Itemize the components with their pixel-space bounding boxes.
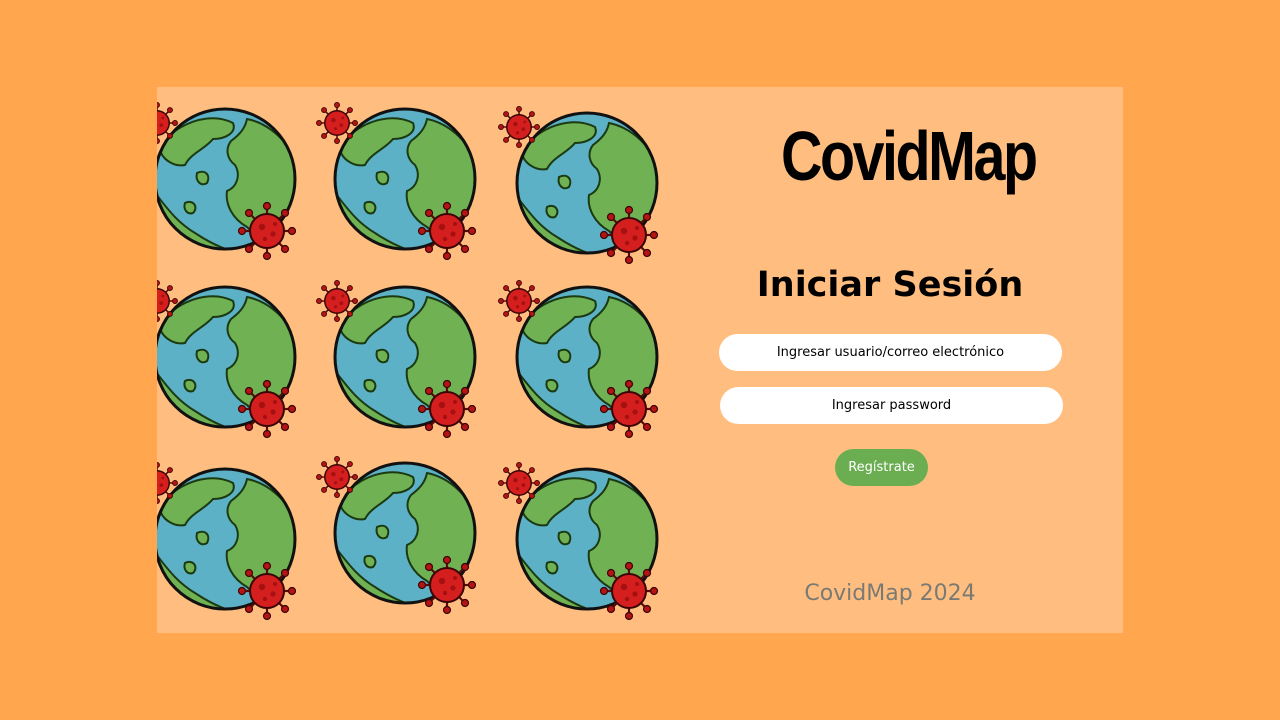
login-card: CovidMap Iniciar Sesión Regístrate Covid…: [157, 87, 1123, 633]
earth-virus-illustration-icon: [157, 449, 315, 629]
earth-virus-illustration-icon: [497, 267, 677, 447]
password-input[interactable]: [720, 387, 1063, 424]
app-logo: CovidMap: [781, 117, 1038, 195]
earth-virus-illustration-icon: [315, 267, 495, 447]
register-button[interactable]: Regístrate: [835, 449, 928, 486]
earth-virus-illustration-icon: [497, 449, 677, 629]
earth-virus-illustration-icon: [157, 267, 315, 447]
username-email-input[interactable]: [719, 334, 1062, 371]
earth-virus-illustration-icon: [497, 93, 677, 273]
earth-virus-illustration-icon: [315, 443, 495, 623]
illustration-pattern: [157, 87, 677, 633]
earth-virus-illustration-icon: [157, 89, 315, 269]
footer-copyright: CovidMap 2024: [804, 581, 976, 606]
login-panel: CovidMap Iniciar Sesión Regístrate Covid…: [697, 87, 1123, 633]
earth-virus-illustration-icon: [315, 89, 495, 269]
login-heading: Iniciar Sesión: [756, 265, 1024, 305]
